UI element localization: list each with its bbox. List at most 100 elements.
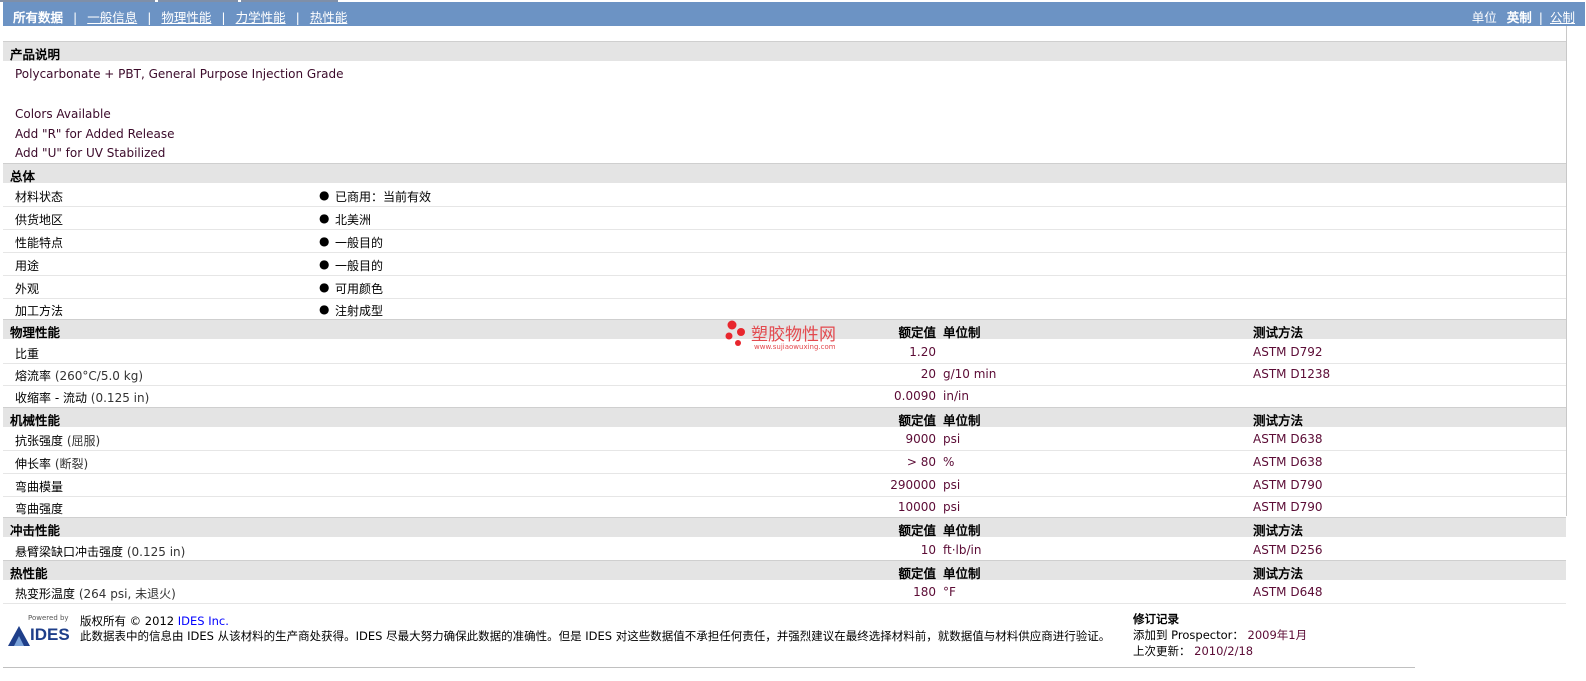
copyright: 版权所有 © 2012 IDES Inc. <box>80 614 229 628</box>
revision-history: 修订记录 添加到 Prospector： 2009年1月 上次更新： 2010/… <box>1133 611 1307 659</box>
product-description-line: Add "R" for Added Release <box>15 127 175 141</box>
row-label: 熔流率 (260°C/5.0 kg) <box>15 369 143 383</box>
section-title: 热性能 <box>10 566 48 581</box>
section-title: 冲击性能 <box>10 523 61 538</box>
bullet-icon: ● <box>319 234 330 248</box>
row-unit: psi <box>943 478 961 492</box>
tab-all-data[interactable]: 所有数据 <box>13 10 63 25</box>
row-value: 20 <box>920 367 936 381</box>
row-label: 性能特点 <box>15 236 64 250</box>
header-unit: 单位制 <box>943 523 981 538</box>
product-description-line: Polycarbonate + PBT, General Purpose Inj… <box>15 67 344 81</box>
unit-switcher: 单位 英制 | 公制 <box>1471 10 1575 25</box>
row-test-method: ASTM D790 <box>1253 478 1323 492</box>
tab-physical[interactable]: 物理性能 <box>161 10 211 25</box>
section-title: 总体 <box>10 169 36 184</box>
right-divider <box>1566 26 1567 516</box>
section-title: 产品说明 <box>10 47 61 62</box>
row-label: 供货地区 <box>15 213 64 227</box>
section-impact: 冲击性能 额定值 单位制 测试方法 <box>3 517 1566 538</box>
product-description-line: Add "U" for UV Stabilized <box>15 146 166 160</box>
table-row: 外观 ● 可用颜色 <box>3 276 1566 299</box>
table-row: 加工方法 ● 注射成型 <box>3 298 1566 321</box>
row-label: 弯曲强度 <box>15 502 64 516</box>
watermark-title: 塑胶物性网 <box>751 325 836 345</box>
row-label: 加工方法 <box>15 304 64 318</box>
table-row: 抗张强度 (屈服) 9000 psi ASTM D638 <box>3 428 1566 451</box>
row-value: 北美洲 <box>335 213 372 227</box>
nav-bar: 所有数据 | 一般信息 | 物理性能 | 力学性能 | 热性能 单位 英制 | … <box>3 2 1585 26</box>
bullet-icon: ● <box>319 302 330 316</box>
table-row: 弯曲模量 290000 psi ASTM D790 <box>3 474 1566 497</box>
table-row: 热变形温度 (264 psi, 未退火) 180 °F ASTM D648 <box>3 581 1566 604</box>
row-value: 一般目的 <box>335 236 384 250</box>
row-value: 一般目的 <box>335 259 384 273</box>
row-test-method: ASTM D256 <box>1253 543 1323 557</box>
unit-english-button[interactable]: 英制 <box>1507 10 1532 25</box>
units-label: 单位 <box>1471 10 1497 25</box>
header-test-method: 测试方法 <box>1253 566 1304 581</box>
logo-powered-by: Powered by <box>28 614 69 622</box>
section-product-description: 产品说明 <box>3 41 1566 62</box>
table-row: 材料状态 ● 已商用：当前有效 <box>3 184 1566 207</box>
row-value: 可用颜色 <box>335 282 384 296</box>
row-test-method: ASTM D1238 <box>1253 367 1331 381</box>
section-title: 机械性能 <box>10 413 61 428</box>
table-row: 伸长率 (断裂) > 80 % ASTM D638 <box>3 451 1566 474</box>
row-label: 抗张强度 (屈服) <box>15 434 101 448</box>
table-row: 悬臂梁缺口冲击强度 (0.125 in) 10 ft·lb/in ASTM D2… <box>3 539 1566 562</box>
section-mechanical: 机械性能 额定值 单位制 测试方法 <box>3 407 1566 428</box>
table-row: 性能特点 ● 一般目的 <box>3 230 1566 253</box>
row-label: 悬臂梁缺口冲击强度 (0.125 in) <box>15 545 186 559</box>
disclaimer: 此数据表中的信息由 IDES 从该材料的生产商处获得。IDES 尽最大努力确保此… <box>80 629 1111 643</box>
footer-divider <box>3 667 1415 668</box>
row-value: 1.20 <box>909 345 936 359</box>
row-test-method: ASTM D648 <box>1253 585 1323 599</box>
row-unit: °F <box>943 585 956 599</box>
bullet-icon: ● <box>319 257 330 271</box>
tab-general-info[interactable]: 一般信息 <box>87 10 137 25</box>
row-test-method: ASTM D792 <box>1253 345 1323 359</box>
header-nominal: 额定值 <box>898 325 936 340</box>
header-unit: 单位制 <box>943 566 981 581</box>
table-row: 弯曲强度 10000 psi ASTM D790 <box>3 496 1566 519</box>
tab-mechanical[interactable]: 力学性能 <box>236 10 286 25</box>
header-nominal: 额定值 <box>898 413 936 428</box>
unit-metric-link[interactable]: 公制 <box>1550 10 1575 25</box>
header-unit: 单位制 <box>943 325 981 340</box>
ides-logo: Powered by IDES <box>8 612 72 652</box>
section-title: 物理性能 <box>10 325 61 340</box>
header-test-method: 测试方法 <box>1253 325 1304 340</box>
tab-thermal[interactable]: 热性能 <box>310 10 348 25</box>
product-description-line: Colors Available <box>15 107 111 121</box>
row-unit: g/10 min <box>943 367 997 381</box>
ides-link[interactable]: IDES Inc. <box>178 614 229 628</box>
row-value: 10000 <box>897 500 936 514</box>
watermark-url: www.sujiaowuxing.com <box>754 343 836 351</box>
row-unit: in/in <box>943 389 969 403</box>
revision-title: 修订记录 <box>1133 612 1179 626</box>
row-test-method: ASTM D638 <box>1253 432 1323 446</box>
header-test-method: 测试方法 <box>1253 523 1304 538</box>
row-label: 弯曲模量 <box>15 480 64 494</box>
row-value: 0.0090 <box>894 389 936 403</box>
row-value: 290000 <box>890 478 936 492</box>
row-label: 外观 <box>15 282 40 296</box>
section-general: 总体 <box>3 163 1566 184</box>
row-label: 材料状态 <box>15 190 64 204</box>
row-value: 注射成型 <box>335 304 384 318</box>
bullet-icon: ● <box>319 188 330 202</box>
row-unit: psi <box>943 432 961 446</box>
row-unit: ft·lb/in <box>943 543 982 557</box>
table-row: 熔流率 (260°C/5.0 kg) 20 g/10 min ASTM D123… <box>3 363 1566 386</box>
row-label: 用途 <box>15 259 40 273</box>
header-unit: 单位制 <box>943 413 981 428</box>
logo-text: IDES <box>30 625 70 644</box>
row-value: > 80 <box>906 455 936 469</box>
table-row: 用途 ● 一般目的 <box>3 253 1566 276</box>
row-label: 比重 <box>15 347 40 361</box>
row-value: 9000 <box>905 432 936 446</box>
row-value: 已商用：当前有效 <box>335 190 432 204</box>
nav-tabs: 所有数据 | 一般信息 | 物理性能 | 力学性能 | 热性能 <box>13 10 348 25</box>
bullet-icon: ● <box>319 280 330 294</box>
